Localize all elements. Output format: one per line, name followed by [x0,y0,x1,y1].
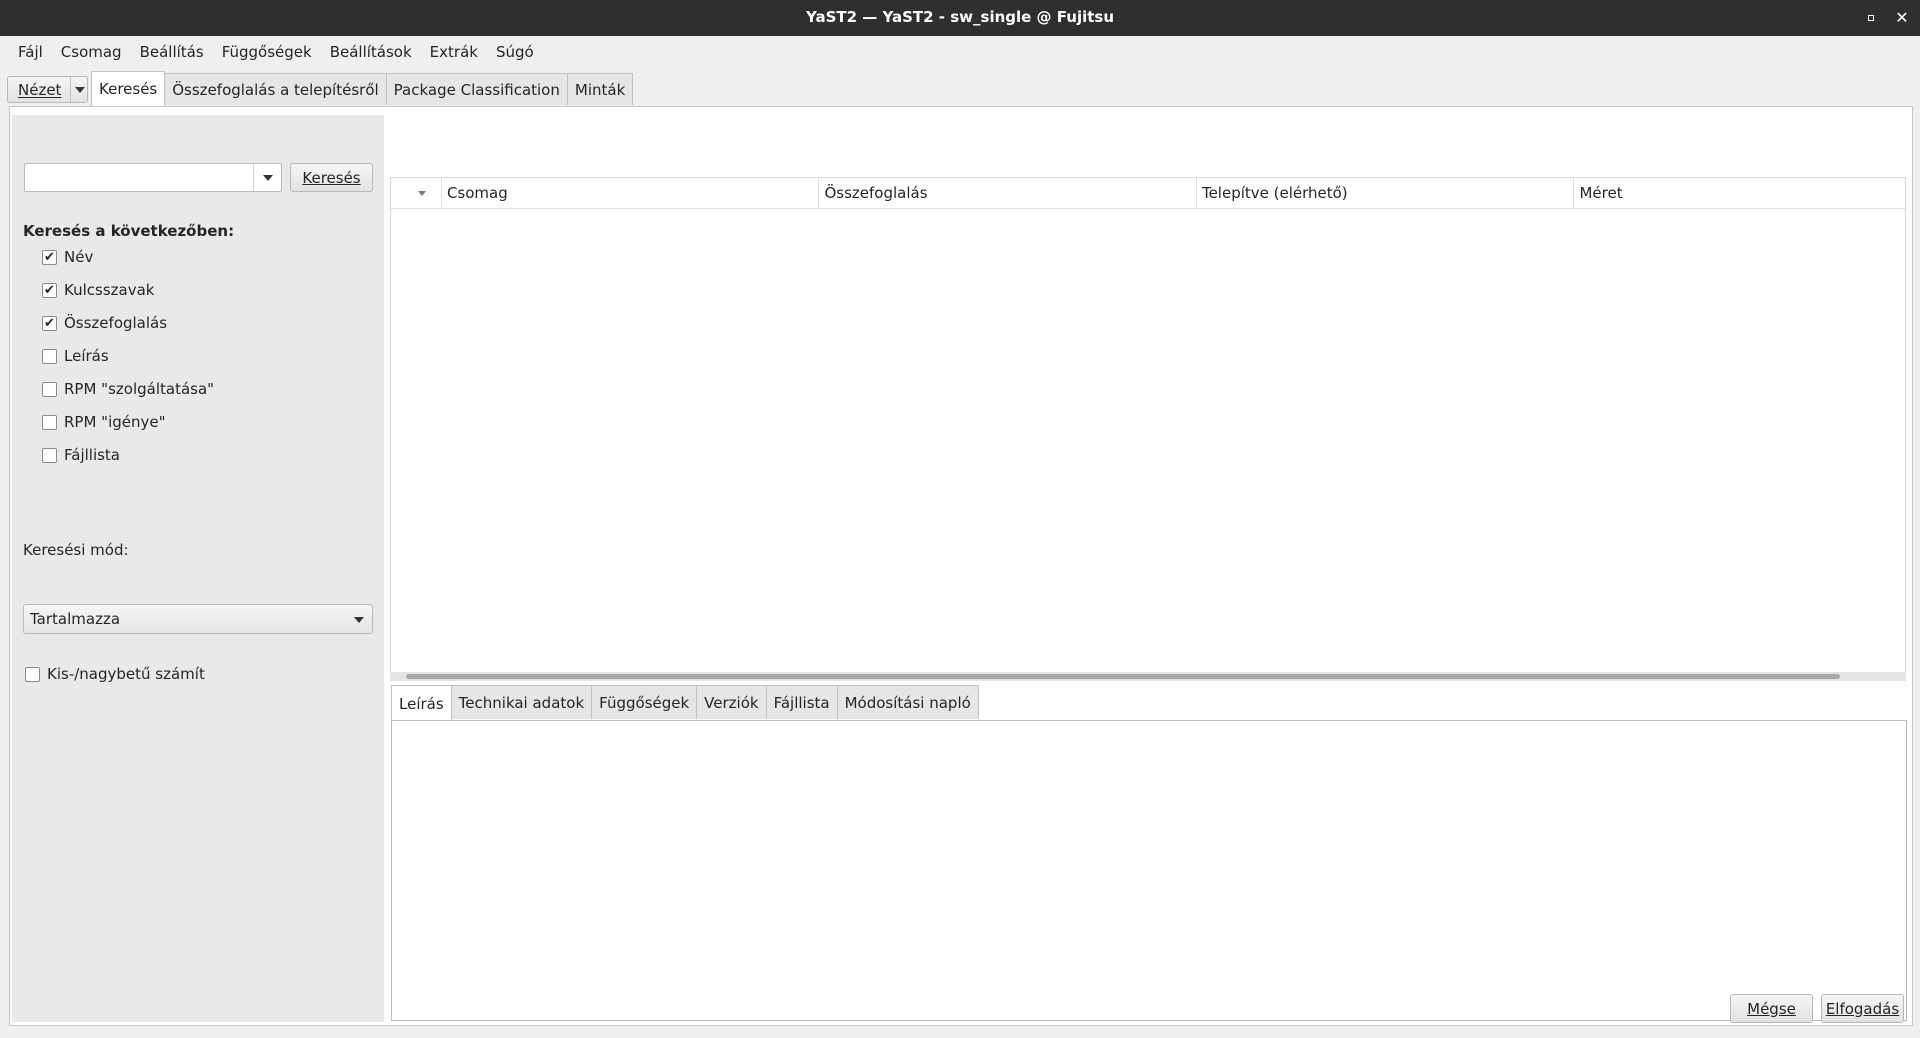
table-header: Csomag Összefoglalás Telepítve (elérhető… [391,178,1905,209]
close-icon[interactable]: ✕ [1893,9,1911,27]
sort-down-icon [417,190,426,196]
app-window: Fájl Csomag Beállítás Függőségek Beállít… [0,36,1920,1038]
search-in-label: Keresés a következőben: [23,222,235,240]
top-tabs: Keresés Összefoglalás a telepítésről Pac… [91,71,634,106]
menu-bar: Fájl Csomag Beállítás Függőségek Beállít… [0,36,1920,68]
cancel-button[interactable]: Mégse [1730,994,1813,1023]
table-horizontal-scrollbar[interactable] [390,672,1906,681]
menu-extras[interactable]: Extrák [421,43,487,61]
column-header-package[interactable]: Csomag [442,178,820,208]
tab-technical-data[interactable]: Technikai adatok [450,685,593,719]
view-menu-button[interactable]: Nézet [7,76,88,103]
checkbox-unchecked[interactable] [42,447,57,463]
search-history-dropdown[interactable] [253,164,281,191]
checkbox-unchecked[interactable] [42,414,57,430]
checkbox-checked[interactable]: ✔ [42,249,57,265]
search-option-rpm-provides[interactable]: RPM "szolgáltatása" [42,378,214,400]
column-header-size[interactable]: Méret [1574,178,1905,208]
chevron-down-icon [354,617,364,623]
search-button[interactable]: Keresés [290,163,373,192]
search-mode-value: Tartalmazza [30,610,121,628]
case-sensitive-option[interactable]: Kis-/nagybetű számít [25,663,205,685]
tab-versions[interactable]: Verziók [696,685,767,719]
menu-package[interactable]: Csomag [52,43,131,61]
menu-file[interactable]: Fájl [9,43,52,61]
cancel-button-label: Mégse [1747,999,1796,1018]
tab-description[interactable]: Leírás [391,685,452,721]
tab-package-classification[interactable]: Package Classification [385,73,568,105]
search-option-file-list[interactable]: Fájllista [42,444,120,466]
tab-dependencies[interactable]: Függőségek [591,685,698,719]
search-option-name[interactable]: ✔ Név [42,246,93,268]
window-title: YaST2 — YaST2 - sw_single @ Fujitsu [805,8,1115,26]
view-button-label: Nézet [18,80,62,99]
search-option-rpm-requires[interactable]: RPM "igénye" [42,411,166,433]
detail-tabs: Leírás Technikai adatok Függőségek Verzi… [391,685,979,721]
status-column-header[interactable] [391,178,442,208]
search-option-keywords[interactable]: ✔ Kulcsszavak [42,279,154,301]
column-header-installed[interactable]: Telepítve (elérhető) [1197,178,1575,208]
tab-patterns[interactable]: Minták [566,73,634,105]
search-mode-label: Keresési mód: [23,541,129,559]
menu-help[interactable]: Súgó [487,43,543,61]
search-input[interactable] [24,163,282,192]
checkbox-checked[interactable]: ✔ [42,282,57,298]
tab-changelog[interactable]: Módosítási napló [836,685,979,719]
tab-search[interactable]: Keresés [91,71,166,106]
search-option-summary[interactable]: ✔ Összefoglalás [42,312,167,334]
column-header-summary[interactable]: Összefoglalás [819,178,1197,208]
search-option-description[interactable]: Leírás [42,345,109,367]
checkbox-unchecked[interactable] [25,666,40,682]
chevron-down-icon [262,174,273,181]
tab-file-list[interactable]: Fájllista [765,685,838,719]
package-table: Csomag Összefoglalás Telepítve (elérhető… [390,177,1906,677]
scrollbar-thumb[interactable] [406,674,1840,679]
maximize-icon[interactable] [1862,9,1880,27]
chevron-down-icon [75,86,85,93]
menu-configuration[interactable]: Beállítás [131,43,213,61]
checkbox-checked[interactable]: ✔ [42,315,57,331]
checkbox-unchecked[interactable] [42,381,57,397]
accept-button[interactable]: Elfogadás [1821,994,1904,1023]
tab-installation-summary[interactable]: Összefoglalás a telepítésről [164,73,387,105]
menu-dependencies[interactable]: Függőségek [213,43,321,61]
title-bar: YaST2 — YaST2 - sw_single @ Fujitsu ✕ [0,0,1920,36]
description-area [391,720,1907,1021]
search-button-label: Keresés [302,168,361,187]
accept-button-label: Elfogadás [1825,999,1900,1018]
search-mode-select[interactable]: Tartalmazza [23,604,373,634]
checkbox-unchecked[interactable] [42,348,57,364]
menu-options[interactable]: Beállítások [321,43,421,61]
